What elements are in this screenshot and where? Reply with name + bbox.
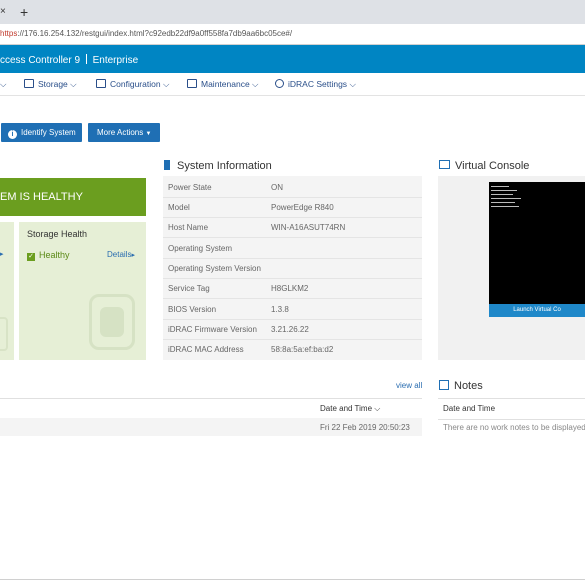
app-title: ccess Controller 9 Enterprise xyxy=(0,54,138,66)
more-actions-button[interactable]: More Actions ▼ xyxy=(88,123,160,142)
log-row-date: Fri 22 Feb 2019 20:50:23 xyxy=(320,423,410,432)
virtual-console-preview[interactable] xyxy=(489,182,585,304)
disk-inner-shape xyxy=(100,307,124,337)
info-icon: i xyxy=(8,130,17,139)
chevron-down-icon: ⌵ xyxy=(70,79,77,89)
row-divider xyxy=(163,217,422,218)
info-label-idrac-mac: iDRAC MAC Address xyxy=(168,345,244,354)
tab-close-icon[interactable]: × xyxy=(0,6,10,18)
notes-header: Notes xyxy=(439,380,483,392)
row-divider xyxy=(163,237,422,238)
url-rest: ://176.16.254.132/restgui/index.html?c92… xyxy=(17,29,293,38)
virtual-console-header: Virtual Console xyxy=(439,160,529,172)
row-divider xyxy=(163,298,422,299)
chevron-down-icon: ⌵ xyxy=(349,79,356,89)
check-icon: ✓ xyxy=(27,253,35,261)
system-information-title: System Information xyxy=(177,160,272,172)
info-value-idrac-firmware: 3.21.26.22 xyxy=(271,325,309,334)
caret-down-icon: ▼ xyxy=(145,131,152,137)
app-title-text: ccess Controller 9 xyxy=(0,55,81,66)
configuration-icon xyxy=(96,79,106,88)
browser-tab-bar xyxy=(0,0,585,24)
storage-health-status-text: Healthy xyxy=(39,250,70,260)
row-divider xyxy=(163,258,422,259)
info-value-idrac-mac: 58:8a:5a:ef:ba:d2 xyxy=(271,345,334,354)
title-divider xyxy=(85,54,87,64)
storage-health-card: Storage Health ✓ Healthy Details▸ xyxy=(19,222,146,360)
identify-system-label: Identify System xyxy=(21,128,76,137)
virtual-console-title: Virtual Console xyxy=(455,160,530,172)
chevron-down-icon: ⌵ xyxy=(162,79,170,89)
page-bottom-border xyxy=(0,579,585,580)
log-table-header: Date and Time ⌵ xyxy=(0,398,422,420)
edit-note-icon xyxy=(439,380,449,390)
maintenance-icon xyxy=(187,79,197,88)
row-divider xyxy=(163,319,422,320)
notes-empty-row: There are no work notes to be displayed. xyxy=(438,418,585,436)
info-value-power-state: ON xyxy=(271,183,283,192)
nav-item-storage[interactable]: Storage ⌵ xyxy=(24,79,77,90)
url-text[interactable]: https://176.16.254.132/restgui/index.htm… xyxy=(0,29,292,38)
nav-item-configuration[interactable]: Configuration ⌵ xyxy=(96,79,169,90)
storage-icon xyxy=(24,79,34,88)
row-divider xyxy=(163,278,422,279)
info-label-model: Model xyxy=(168,203,190,212)
notes-empty-text: There are no work notes to be displayed. xyxy=(443,423,585,432)
nav-item-maintenance[interactable]: Maintenance ⌵ xyxy=(187,79,259,90)
details-arrow-icon[interactable]: ▸ xyxy=(0,250,4,258)
info-label-idrac-firmware: iDRAC Firmware Version xyxy=(168,325,257,334)
info-value-bios-version: 1.3.8 xyxy=(271,305,289,314)
health-card-partial: ▸ xyxy=(0,222,14,360)
info-label-operating-system: Operating System xyxy=(168,244,233,253)
nav-item-configuration-label: Configuration xyxy=(110,79,161,89)
log-date-column-header[interactable]: Date and Time ⌵ xyxy=(320,404,380,414)
storage-details-label: Details xyxy=(107,250,132,259)
row-divider xyxy=(163,339,422,340)
log-table-row[interactable]: Fri 22 Feb 2019 20:50:23 xyxy=(0,418,422,436)
system-information-header: System Information xyxy=(164,160,272,172)
notes-table-header: Date and Time xyxy=(438,398,585,420)
nav-item-maintenance-label: Maintenance xyxy=(201,79,250,89)
storage-health-title: Storage Health xyxy=(27,229,88,239)
info-label-os-version: Operating System Version xyxy=(168,264,261,273)
storage-disk-icon xyxy=(89,294,135,350)
server-icon xyxy=(164,160,170,170)
identify-system-button[interactable]: i Identify System xyxy=(1,123,82,142)
nav-item-idrac-settings-label: iDRAC Settings xyxy=(288,79,348,89)
more-actions-label: More Actions xyxy=(97,128,144,137)
info-label-power-state: Power State xyxy=(168,183,212,192)
info-label-bios-version: BIOS Version xyxy=(168,305,217,314)
notes-title: Notes xyxy=(454,380,483,392)
nav-item-idrac-settings[interactable]: iDRAC Settings ⌵ xyxy=(275,79,356,90)
nav-item-storage-label: Storage xyxy=(38,79,68,89)
row-divider xyxy=(163,197,422,198)
log-date-column-label: Date and Time xyxy=(320,404,373,413)
notes-date-column-header[interactable]: Date and Time xyxy=(443,404,495,413)
info-label-host-name: Host Name xyxy=(168,223,209,232)
url-scheme: https xyxy=(0,29,18,38)
launch-virtual-console-button[interactable]: Launch Virtual Co xyxy=(489,304,585,317)
nav-chevron-partial-icon[interactable]: ⌵ xyxy=(0,79,6,90)
storage-details-link[interactable]: Details▸ xyxy=(107,250,135,259)
info-value-model: PowerEdge R840 xyxy=(271,203,334,212)
chevron-down-icon: ⌵ xyxy=(252,79,259,89)
health-card-illustration xyxy=(0,317,8,351)
storage-health-status: ✓ Healthy xyxy=(27,250,70,261)
info-value-host-name: WIN-A16ASUT74RN xyxy=(271,223,346,232)
monitor-icon xyxy=(439,160,450,169)
details-arrow-icon: ▸ xyxy=(131,252,135,259)
edition-text: Enterprise xyxy=(92,55,139,66)
idrac-settings-icon xyxy=(275,79,284,88)
system-health-text: EM IS HEALTHY xyxy=(0,191,83,203)
sort-chevron-icon: ⌵ xyxy=(374,404,381,413)
system-health-banner: EM IS HEALTHY xyxy=(0,178,146,216)
view-all-link[interactable]: view all xyxy=(396,381,422,390)
info-label-service-tag: Service Tag xyxy=(168,284,210,293)
info-value-service-tag: H8GLKM2 xyxy=(271,284,309,293)
console-text-lines xyxy=(491,186,521,207)
new-tab-icon[interactable]: + xyxy=(20,4,28,20)
